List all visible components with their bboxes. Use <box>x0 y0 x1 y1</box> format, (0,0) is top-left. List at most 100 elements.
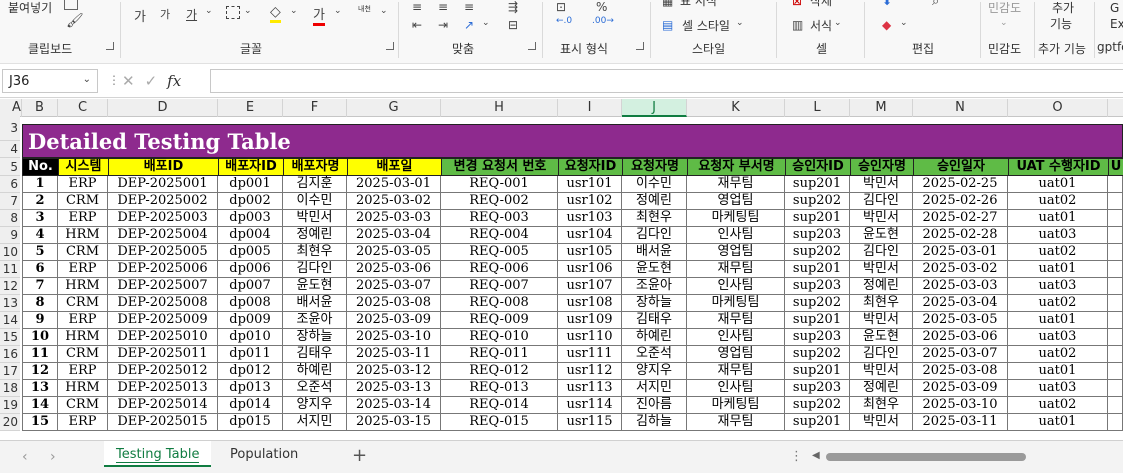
column-header-c[interactable]: C <box>58 99 108 117</box>
copy-icon[interactable] <box>64 0 78 10</box>
table-cell[interactable]: DEP-2025010 <box>108 329 218 346</box>
row-header-19[interactable]: 19 <box>0 397 20 414</box>
table-cell[interactable]: sup202 <box>785 346 850 363</box>
table-header-cell[interactable]: 승인자ID <box>785 158 851 176</box>
paste-button[interactable]: 붙여넣기 <box>8 1 52 15</box>
table-cell[interactable]: 2025-03-02 <box>913 261 1008 278</box>
table-cell[interactable]: 최현우 <box>850 295 913 312</box>
table-cell[interactable]: usr103 <box>558 210 622 227</box>
row-number-cell[interactable]: 8 <box>22 295 58 312</box>
table-cell[interactable]: REQ-015 <box>441 414 558 431</box>
row-header-15[interactable]: 15 <box>0 329 20 346</box>
table-cell[interactable]: 2025-03-06 <box>913 329 1008 346</box>
table-header-cell[interactable]: 요청자 부서명 <box>687 158 786 176</box>
chevron-down-icon[interactable]: ⌄ <box>1000 18 1008 28</box>
table-cell[interactable]: uat01 <box>1008 261 1108 278</box>
table-cell[interactable]: usr110 <box>558 329 622 346</box>
table-cell[interactable]: REQ-009 <box>441 312 558 329</box>
table-cell[interactable]: uat02 <box>1008 193 1108 210</box>
table-header-cell[interactable]: U <box>1108 158 1123 176</box>
table-cell[interactable]: DEP-2025006 <box>108 261 218 278</box>
row-header-6[interactable]: 6 <box>0 176 20 193</box>
row-header-5[interactable]: 5 <box>0 158 20 176</box>
table-cell[interactable]: usr115 <box>558 414 622 431</box>
row-header-3[interactable]: 3 <box>0 115 20 141</box>
table-header-cell[interactable]: 승인일자 <box>913 158 1009 176</box>
table-cell[interactable]: 2025-03-03 <box>347 210 441 227</box>
table-cell[interactable]: 2025-03-11 <box>347 346 441 363</box>
table-cell[interactable] <box>1108 414 1123 431</box>
table-cell[interactable]: 정예린 <box>283 227 347 244</box>
row-number-cell[interactable]: 3 <box>22 210 58 227</box>
column-header-n[interactable]: N <box>913 99 1008 117</box>
table-cell[interactable]: uat01 <box>1008 312 1108 329</box>
table-cell[interactable]: REQ-005 <box>441 244 558 261</box>
table-cell[interactable]: sup203 <box>785 380 850 397</box>
table-cell[interactable]: 정예린 <box>850 278 913 295</box>
table-cell[interactable]: DEP-2025007 <box>108 278 218 295</box>
table-cell[interactable]: dp002 <box>218 193 283 210</box>
table-cell[interactable]: usr109 <box>558 312 622 329</box>
number-launcher-icon[interactable] <box>636 42 644 50</box>
table-cell[interactable]: 조윤아 <box>283 312 347 329</box>
table-header-cell[interactable]: 배포자ID <box>218 158 284 176</box>
table-cell[interactable] <box>1108 380 1123 397</box>
table-cell[interactable]: 2025-03-07 <box>347 278 441 295</box>
column-header-m[interactable]: M <box>850 99 913 117</box>
table-cell[interactable]: REQ-002 <box>441 193 558 210</box>
table-cell[interactable]: 장하늘 <box>622 295 687 312</box>
table-cell[interactable]: 마케팅팀 <box>687 295 785 312</box>
table-cell[interactable]: REQ-013 <box>441 380 558 397</box>
table-cell[interactable]: HRM <box>58 278 108 295</box>
column-header-g[interactable]: G <box>347 99 441 117</box>
table-cell[interactable]: uat02 <box>1008 397 1108 414</box>
table-cell[interactable] <box>1108 210 1123 227</box>
table-cell[interactable]: sup201 <box>785 176 850 193</box>
table-cell[interactable]: sup201 <box>785 312 850 329</box>
table-cell[interactable]: 2025-03-01 <box>347 176 441 193</box>
row-header-10[interactable]: 10 <box>0 244 20 261</box>
table-cell[interactable]: 인사팀 <box>687 227 785 244</box>
name-box[interactable]: J36 ⌄ <box>2 69 98 93</box>
table-cell[interactable]: uat01 <box>1008 414 1108 431</box>
table-cell[interactable]: sup201 <box>785 261 850 278</box>
table-cell[interactable]: HRM <box>58 227 108 244</box>
table-cell[interactable]: usr102 <box>558 193 622 210</box>
table-cell[interactable]: 양지우 <box>622 363 687 380</box>
table-cell[interactable]: dp014 <box>218 397 283 414</box>
table-header-cell[interactable]: No. <box>22 158 59 176</box>
table-cell[interactable]: DEP-2025015 <box>108 414 218 431</box>
table-cell[interactable]: dp007 <box>218 278 283 295</box>
table-cell[interactable]: REQ-014 <box>441 397 558 414</box>
row-number-cell[interactable]: 9 <box>22 312 58 329</box>
row-number-cell[interactable]: 12 <box>22 363 58 380</box>
underline-icon[interactable]: 가 <box>186 6 197 23</box>
table-cell[interactable]: DEP-2025008 <box>108 295 218 312</box>
table-cell[interactable]: 2025-03-04 <box>913 295 1008 312</box>
cancel-icon[interactable]: ✕ <box>122 72 135 90</box>
fill-color-icon[interactable]: ◇ <box>270 4 281 23</box>
chevron-down-icon[interactable]: ⌄ <box>482 18 490 28</box>
table-cell[interactable]: REQ-004 <box>441 227 558 244</box>
table-cell[interactable]: 정예린 <box>850 380 913 397</box>
table-cell[interactable]: dp008 <box>218 295 283 312</box>
row-number-cell[interactable]: 2 <box>22 193 58 210</box>
clipboard-launcher-icon[interactable] <box>106 42 114 50</box>
table-cell[interactable]: DEP-2025004 <box>108 227 218 244</box>
table-cell[interactable]: sup201 <box>785 363 850 380</box>
table-cell[interactable]: ERP <box>58 261 108 278</box>
row-header-4[interactable]: 4 <box>0 141 20 158</box>
table-cell[interactable]: 장하늘 <box>283 329 347 346</box>
next-sheet-icon[interactable]: › <box>50 449 56 465</box>
chevron-down-icon[interactable]: ⌄ <box>290 6 298 16</box>
table-cell[interactable]: 마케팅팀 <box>687 397 785 414</box>
table-cell[interactable]: 윤도현 <box>622 261 687 278</box>
table-cell[interactable]: 최현우 <box>283 244 347 261</box>
table-cell[interactable]: 하예린 <box>283 363 347 380</box>
table-cell[interactable]: DEP-2025003 <box>108 210 218 227</box>
table-cell[interactable]: 김지훈 <box>283 176 347 193</box>
chevron-down-icon[interactable]: ⌄ <box>244 6 252 16</box>
row-number-cell[interactable]: 1 <box>22 176 58 193</box>
table-cell[interactable]: 2025-03-10 <box>347 329 441 346</box>
row-header-17[interactable]: 17 <box>0 363 20 380</box>
